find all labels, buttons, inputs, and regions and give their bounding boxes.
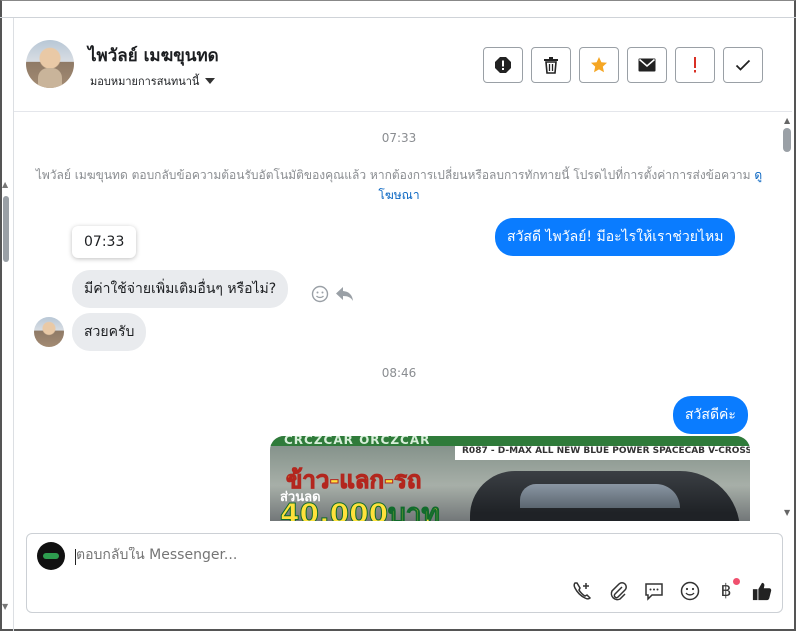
header-actions (483, 47, 763, 83)
left-scrollbar-thumb[interactable] (3, 196, 9, 262)
reply-arrow-icon[interactable] (335, 286, 355, 302)
ad-model-text: R087 - D-MAX ALL NEW BLUE POWER SPACECAB… (462, 446, 750, 456)
page-avatar (37, 542, 65, 570)
chat-bubble-icon (645, 583, 663, 601)
incoming-message[interactable]: มีค่าใช้จ่ายเพิ่มเติมอื่นๆ หรือไม่? (72, 270, 289, 308)
reply-composer: ฿ (26, 533, 783, 613)
message-thread[interactable]: 07:33 ไพวัลย์ เมฆขุนทด ตอบกลับข้อความต้อ… (14, 113, 784, 521)
chat-scrollbar-thumb[interactable] (783, 128, 791, 152)
assign-conversation-dropdown[interactable]: มอบหมายการสนทนานี้ (90, 72, 216, 90)
ad-price: 40,000บาท (279, 497, 441, 522)
auto-reply-notice: ไพวัลย์ เมฆขุนทด ตอบกลับข้อความต้อนรับอั… (34, 165, 764, 205)
trash-icon (544, 57, 558, 74)
outgoing-message[interactable]: สวัสดี ไพวัลย์! มีอะไรให้เราช่วยไหม (495, 218, 736, 256)
chevron-down-icon (205, 78, 216, 84)
follow-up-button[interactable] (675, 47, 715, 83)
assign-label: มอบหมายการสนทนานี้ (90, 75, 200, 88)
message-tools (311, 285, 355, 303)
notification-dot (733, 578, 740, 585)
timestamp: 08:46 (381, 366, 417, 380)
paperclip-icon (610, 582, 627, 601)
auto-reply-text: ไพวัลย์ เมฆขุนทด ตอบกลับข้อความต้อนรับอั… (35, 168, 751, 182)
mark-done-button[interactable] (723, 47, 763, 83)
alert-circle-icon (495, 57, 511, 73)
call-button[interactable] (572, 580, 592, 602)
outgoing-message[interactable]: สวัสดีค่ะ (673, 396, 748, 434)
left-scroll-up-arrow-icon[interactable]: ▲ (2, 180, 8, 189)
react-smiley-icon[interactable] (311, 285, 329, 303)
star-icon (591, 57, 607, 73)
chat-scroll-up-arrow-icon[interactable]: ▲ (784, 116, 790, 125)
conversation-header: ไพวัลย์ เมฆขุนทด มอบหมายการสนทนานี้ (14, 18, 792, 112)
contact-name[interactable]: ไพวัลย์ เมฆขุนทด (88, 42, 219, 69)
thumbs-up-icon (752, 582, 772, 601)
check-icon (735, 59, 751, 71)
mark-unread-button[interactable] (627, 47, 667, 83)
contact-avatar[interactable] (26, 40, 74, 88)
attach-button[interactable] (608, 580, 628, 602)
emoji-button[interactable] (680, 580, 700, 602)
smiley-icon (680, 581, 700, 601)
message-time-tooltip: 07:33 (72, 226, 137, 258)
exclamation-icon (694, 57, 696, 73)
chat-scroll-down-arrow-icon[interactable]: ▼ (784, 508, 790, 517)
envelope-icon (638, 58, 656, 72)
timestamp: 07:33 (381, 131, 417, 145)
mark-spam-button[interactable] (483, 47, 523, 83)
ad-image-attachment[interactable]: CRCZCAR ORCZCAR R087 - D-MAX ALL NEW BLU… (270, 436, 750, 521)
baht-icon: ฿ (720, 581, 732, 601)
left-scroll-down-arrow-icon[interactable]: ▼ (2, 602, 8, 611)
saved-replies-button[interactable] (644, 580, 664, 602)
star-button[interactable] (579, 47, 619, 83)
incoming-message[interactable]: สวยครับ (72, 313, 147, 351)
like-button[interactable] (752, 580, 772, 602)
phone-add-icon (573, 582, 592, 600)
payment-button[interactable]: ฿ (716, 578, 740, 602)
ad-car-window (520, 484, 680, 508)
ad-top-text: CRCZCAR ORCZCAR (284, 436, 431, 447)
delete-button[interactable] (531, 47, 571, 83)
contact-avatar-small (34, 317, 64, 347)
composer-toolbar: ฿ (572, 578, 772, 602)
reply-input[interactable] (76, 547, 676, 563)
